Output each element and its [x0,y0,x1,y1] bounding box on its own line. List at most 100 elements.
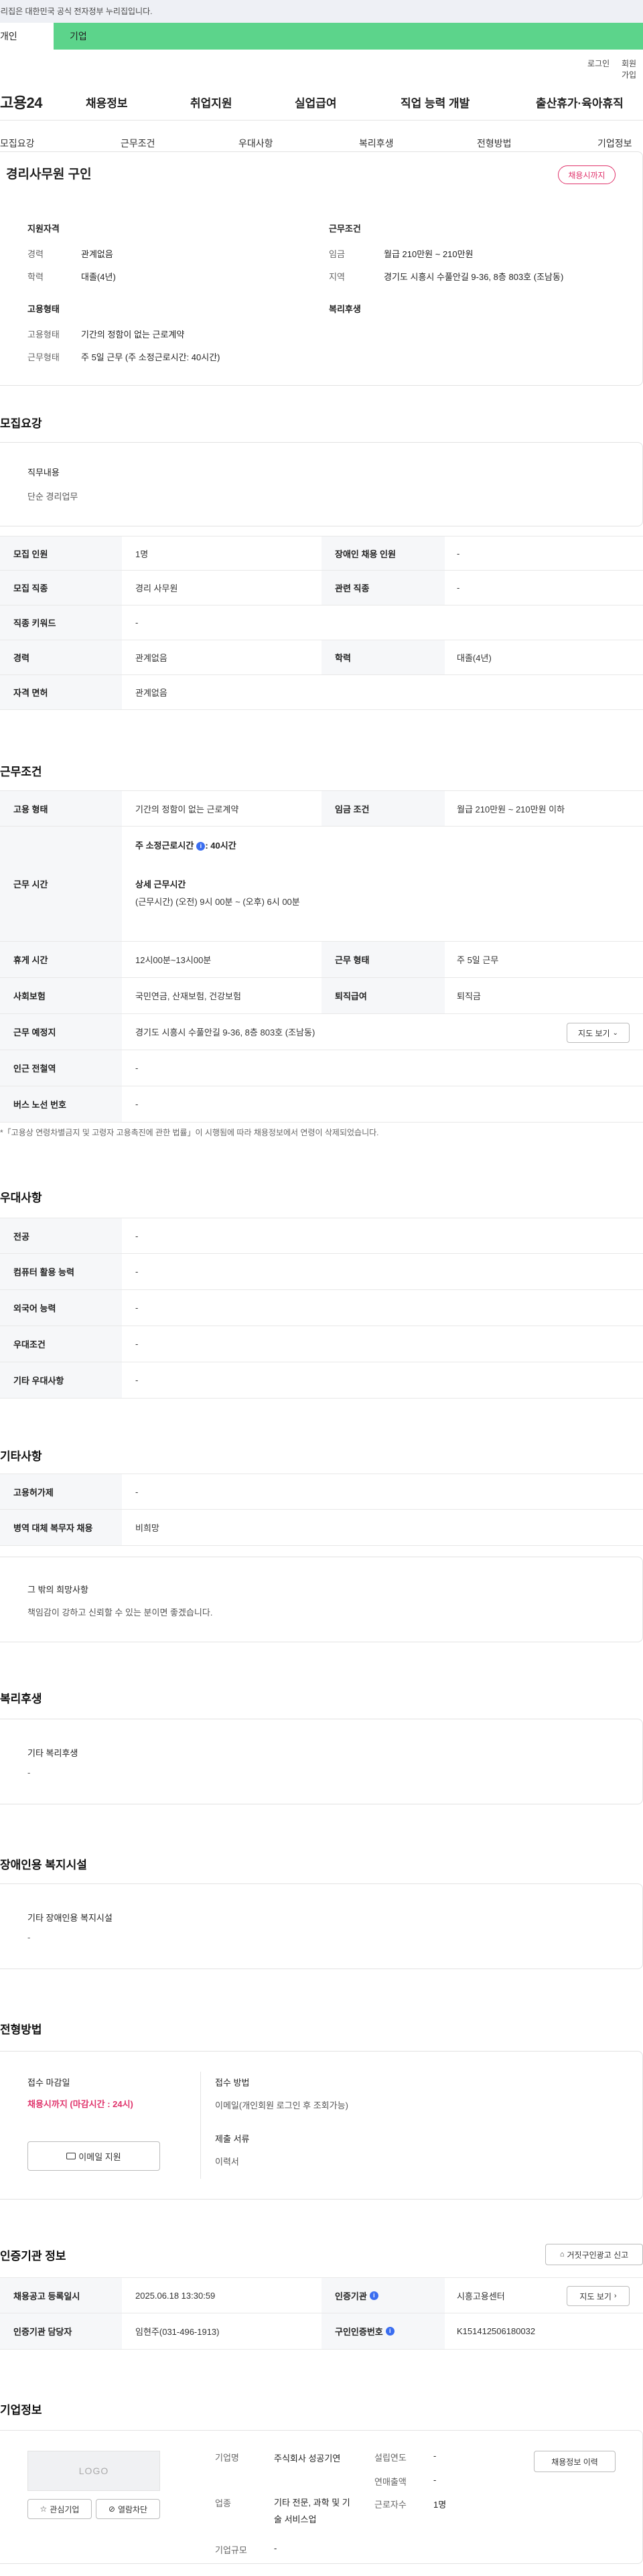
detail-hours-title: 상세 근무시간 [135,879,186,889]
row-value: K151412506180032 [457,2326,536,2336]
member-type-tabs: 개인 기업 [0,23,643,50]
table-row: 컴퓨터 활용 능력 - [0,1254,643,1290]
row-label: 구인인증번호 i [322,2313,445,2349]
company-name-label: 기업명 [215,2453,239,2463]
table-row: 고용 형태 기간의 정함이 없는 근로계약 임금 조건 월급 210만원 ~ 2… [0,790,643,827]
row-label: 근무 예정지 [0,1014,122,1050]
table-row: 경력 관계없음 학력 대졸(4년) [0,640,643,675]
row-value: - [135,1339,139,1349]
wish-title: 그 밖의 희망사항 [27,1585,88,1595]
size-label: 기업규모 [215,2545,247,2555]
subnav-conditions[interactable]: 근무조건 [121,137,155,150]
subnav-recruit[interactable]: 모집요강 [0,137,35,150]
interest-company-button[interactable]: ☆ 관심기업 [27,2499,92,2519]
tab-company[interactable]: 기업 [54,23,643,50]
subnav-selection[interactable]: 전형방법 [477,137,512,150]
company-name-value: 주식회사 성공기연 [274,2453,341,2463]
signup-link[interactable]: 회원가입 [622,58,643,80]
row-label: 모집 인원 [0,536,122,570]
founded-label: 설립연도 [374,2453,407,2463]
row-label: 우대조건 [0,1326,122,1362]
row-label: 장애인 채용 인원 [322,536,445,570]
gov-notice-bar: 누리집은 대한민국 공식 전자정부 누리집입니다. [0,0,643,23]
welfare-title: 복리후생 [0,1693,42,1705]
nav-vocational-training[interactable]: 직업 능력 개발 [401,94,470,111]
row-value: 국민연금, 산재보험, 건강보험 [135,991,241,1001]
duty-value: 단순 경리업무 [27,492,78,502]
chevron-right-icon: › [614,2292,617,2300]
info-icon[interactable]: i [385,2327,395,2336]
summary-wage-label: 임금 [329,249,345,259]
block-icon: ⊘ [108,2504,115,2514]
summary-edu-value: 대졸(4년) [81,272,116,282]
report-button[interactable]: ⌂ 거짓구인광고 신고 [545,2244,643,2265]
row-label: 사회보험 [0,978,122,1013]
job-title: 경리사무원 구인 [6,167,92,182]
info-icon[interactable]: i [369,2291,378,2300]
row-label: 학력 [322,640,445,674]
weekly-hours: 주 소정근로시간 i: 40시간 [135,839,236,851]
table-row: 모집 직종 경리 사무원 관련 직종 - [0,571,643,605]
cert-no-label-text: 구인인증번호 [335,2327,383,2337]
table-row: 사회보험 국민연금, 산재보험, 건강보험 퇴직급여 퇴직금 [0,978,643,1014]
row-value: - [135,1486,139,1497]
row-value: 관계없음 [135,653,167,663]
row-label: 전공 [0,1218,122,1253]
row-label: 인근 전철역 [0,1050,122,1086]
table-row: 모집 인원 1명 장애인 채용 인원 - [0,536,643,571]
nav-parental-leave[interactable]: 출산휴가·육아휴직 [536,94,624,111]
company-card: LOGO ☆ 관심기업 ⊘ 열람차단 기업명 주식회사 성공기연 업종 기타 전… [0,2430,643,2564]
detail-hours-value: (근무시간) (오전) 9시 00분 ~ (오후) 6시 00분 [135,897,300,907]
row-value: 임현주(031-496-1913) [135,2327,220,2337]
conditions-title: 근무조건 [0,766,42,778]
row-label: 관련 직종 [322,571,445,605]
summary-edu-label: 학력 [27,272,44,282]
tab-personal[interactable]: 개인 [0,23,54,50]
row-label: 채용공고 등록일시 [0,2278,122,2313]
subnav-preference[interactable]: 우대사항 [238,137,273,150]
qual-title: 지원자격 [27,224,60,234]
row-label: 자격 면허 [0,675,122,709]
welfare-other-value: - [27,1768,31,1778]
revenue-value: - [433,2475,437,2485]
nav-unemployment-benefit[interactable]: 실업급여 [295,94,337,111]
facility-other-value: - [27,1932,31,1942]
row-label: 고용 형태 [0,791,122,826]
row-value: 경기도 시흥시 수풀안길 9-36, 8층 803호 (조남동) [135,1027,315,1037]
info-icon[interactable]: i [196,842,206,851]
subnav-welfare[interactable]: 복리후생 [359,137,394,150]
weekly-hours-value: : 40시간 [205,841,236,851]
row-label: 근무 형태 [322,942,445,977]
row-value: 퇴직금 [457,991,481,1001]
row-label: 인증기관 i [322,2278,445,2313]
summary-empform-label: 근무형태 [27,352,60,362]
row-value: 기간의 정함이 없는 근로계약 [135,804,239,814]
row-label: 모집 직종 [0,571,122,605]
workers-label: 근로자수 [374,2500,407,2510]
job-history-button[interactable]: 채용정보 이력 [534,2451,616,2472]
cert-map-button[interactable]: 지도 보기 › [567,2286,630,2306]
login-link[interactable]: 로그인 [587,58,610,69]
row-value: 12시00분~13시00분 [135,955,212,965]
table-row: 인증기관 담당자 임현주(031-496-1913) 구인인증번호 i K1514… [0,2313,643,2350]
row-value: 대졸(4년) [457,653,492,663]
duty-card: 직무내용 단순 경리업무 [0,442,643,526]
row-label: 인증기관 담당자 [0,2313,122,2349]
subnav-company[interactable]: 기업정보 [597,137,632,150]
star-icon: ☆ [40,2504,48,2514]
row-value: - [457,548,460,559]
summary-region-value: 경기도 시흥시 수풀안길 9-36, 8층 803호 (조남동) [384,272,564,282]
emp-title: 고용형태 [27,304,60,314]
email-apply-button[interactable]: 이메일 지원 [27,2141,160,2171]
row-value: - [135,618,139,628]
nav-jobs[interactable]: 채용정보 [86,94,128,111]
block-view-button[interactable]: ⊘ 열람차단 [96,2499,160,2519]
summary-wage-value: 월급 210만원 ~ 210만원 [384,249,474,259]
work-title: 근무조건 [329,224,361,234]
table-row: 근무 시간 주 소정근로시간 i: 40시간 상세 근무시간 (근무시간) (오전… [0,827,643,942]
site-logo[interactable]: 고용24 [0,91,42,113]
map-button[interactable]: 지도 보기 ⌄ [567,1023,630,1043]
docs-label: 제출 서류 [215,2134,250,2144]
etc-title: 기타사항 [0,1450,42,1463]
nav-employment-support[interactable]: 취업지원 [190,94,232,111]
